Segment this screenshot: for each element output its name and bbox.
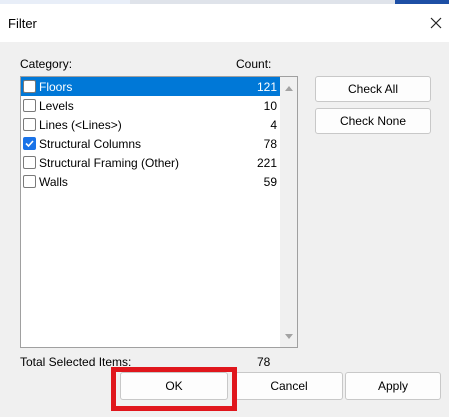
list-item-structural-columns[interactable]: Structural Columns 78 <box>21 134 281 153</box>
dialog-title: Filter <box>8 16 37 31</box>
row-count: 4 <box>270 117 277 132</box>
checkbox-lines[interactable] <box>23 118 36 131</box>
scroll-up-button[interactable] <box>283 83 294 93</box>
row-label: Structural Framing (Other) <box>39 155 180 170</box>
checkbox-structural-framing[interactable] <box>23 156 36 169</box>
list-item-floors[interactable]: Floors 121 <box>21 77 281 96</box>
close-button[interactable] <box>424 10 448 36</box>
category-header: Category: <box>20 57 73 71</box>
filter-dialog: Filter Category: Count: Floors 121 Level… <box>0 4 449 417</box>
check-all-button[interactable]: Check All <box>315 76 431 102</box>
row-label: Lines (<Lines>) <box>39 117 122 132</box>
row-count: 221 <box>256 155 277 170</box>
row-label: Levels <box>39 98 74 113</box>
category-rows: Floors 121 Levels 10 Lines (<Lines>) 4 S… <box>21 77 281 191</box>
category-list[interactable]: Floors 121 Levels 10 Lines (<Lines>) 4 S… <box>20 76 298 348</box>
scroll-down-button[interactable] <box>283 331 294 341</box>
checkbox-levels[interactable] <box>23 99 36 112</box>
row-count: 59 <box>263 174 277 189</box>
row-count: 10 <box>263 98 277 113</box>
checkbox-walls[interactable] <box>23 175 36 188</box>
list-item-walls[interactable]: Walls 59 <box>21 172 281 191</box>
count-header: Count: <box>236 57 272 71</box>
list-item-levels[interactable]: Levels 10 <box>21 96 281 115</box>
total-selected-value: 78 <box>257 355 271 369</box>
row-label: Structural Columns <box>39 136 142 151</box>
chevron-up-icon <box>284 85 293 91</box>
list-scrollbar[interactable] <box>280 77 297 347</box>
check-none-button[interactable]: Check None <box>315 108 431 134</box>
apply-button[interactable]: Apply <box>345 372 441 400</box>
checkmark-icon <box>25 140 34 148</box>
row-label: Walls <box>39 174 68 189</box>
ok-highlight-box <box>111 367 237 411</box>
close-icon <box>430 17 442 29</box>
title-bar: Filter <box>0 4 449 42</box>
checkbox-structural-columns[interactable] <box>23 137 36 150</box>
row-label: Floors <box>39 79 73 94</box>
cancel-button[interactable]: Cancel <box>235 372 343 400</box>
list-item-lines[interactable]: Lines (<Lines>) 4 <box>21 115 281 134</box>
chevron-down-icon <box>284 333 293 339</box>
list-item-structural-framing[interactable]: Structural Framing (Other) 221 <box>21 153 281 172</box>
row-count: 78 <box>263 136 277 151</box>
checkbox-floors[interactable] <box>23 80 36 93</box>
row-count: 121 <box>256 79 277 94</box>
